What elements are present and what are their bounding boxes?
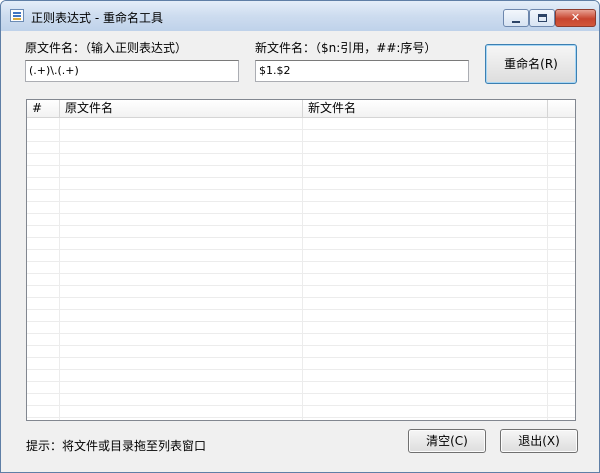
- column-header-index[interactable]: #: [27, 100, 60, 118]
- column-divider: [547, 118, 548, 420]
- column-header-source[interactable]: 原文件名: [60, 100, 303, 118]
- column-divider: [302, 118, 303, 420]
- rename-button[interactable]: 重命名(R): [485, 44, 577, 84]
- minimize-icon: [512, 21, 520, 23]
- app-icon: [10, 9, 24, 22]
- file-list[interactable]: # 原文件名 新文件名: [26, 99, 576, 421]
- column-header-target[interactable]: 新文件名: [303, 100, 548, 118]
- column-divider: [59, 118, 60, 420]
- clear-button[interactable]: 清空(C): [408, 429, 486, 453]
- minimize-button[interactable]: [503, 9, 529, 27]
- title-bar[interactable]: 正则表达式 - 重命名工具 ✕: [1, 1, 599, 31]
- list-body[interactable]: [27, 118, 575, 420]
- source-name-label: 原文件名：（输入正则表达式）: [25, 41, 188, 55]
- maximize-icon: [537, 14, 547, 22]
- window-title: 正则表达式 - 重命名工具: [31, 11, 163, 25]
- close-button[interactable]: ✕: [555, 9, 596, 27]
- close-icon: ✕: [570, 11, 581, 24]
- drag-hint: 提示：将文件或目录拖至列表窗口: [26, 439, 207, 453]
- target-name-label: 新文件名：（$n:引用，##:序号）: [255, 41, 437, 55]
- list-header: # 原文件名 新文件名: [27, 100, 575, 118]
- source-regex-input[interactable]: (.+)\.(.+): [25, 60, 239, 82]
- rename-tool-window: 正则表达式 - 重命名工具 ✕ 原文件名：（输入正则表达式） (.+)\.(.+…: [0, 0, 600, 473]
- maximize-button[interactable]: [529, 9, 555, 27]
- exit-button[interactable]: 退出(X): [500, 429, 578, 453]
- target-pattern-input[interactable]: $1.$2: [255, 60, 469, 82]
